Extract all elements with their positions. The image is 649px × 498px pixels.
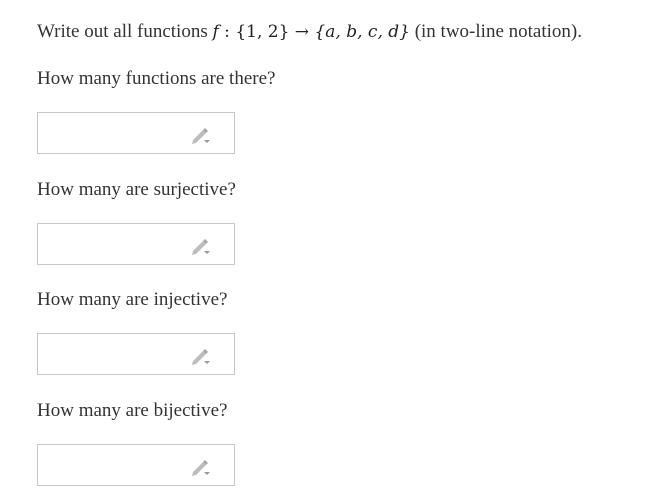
question-bijective-count: How many are bijective? bbox=[37, 400, 228, 421]
prompt-tail-text: (in two-line notation). bbox=[409, 21, 582, 42]
question-surjective-count: How many are surjective? bbox=[37, 179, 236, 200]
answer-field-bijective-count[interactable] bbox=[37, 444, 235, 486]
domain-set: {1, 2} bbox=[235, 22, 290, 42]
question-functions-count: How many functions are there? bbox=[37, 68, 276, 89]
pencil-icon[interactable] bbox=[190, 346, 212, 366]
question-injective-count: How many are injective? bbox=[37, 289, 228, 310]
pencil-icon[interactable] bbox=[190, 236, 212, 256]
codomain-set: {a, b, c, d} bbox=[314, 22, 410, 42]
arrow-symbol: → bbox=[289, 22, 315, 42]
pencil-icon[interactable] bbox=[190, 125, 212, 145]
question-page: Write out all functions f : {1, 2} → {a,… bbox=[0, 0, 649, 498]
answer-field-injective-count[interactable] bbox=[37, 333, 235, 375]
function-signature: f : {1, 2} → {a, b, c, d} bbox=[212, 22, 409, 42]
problem-statement: Write out all functions f : {1, 2} → {a,… bbox=[37, 19, 582, 45]
colon-symbol: : bbox=[218, 22, 236, 42]
answer-field-surjective-count[interactable] bbox=[37, 223, 235, 265]
answer-field-functions-count[interactable] bbox=[37, 112, 235, 154]
pencil-icon[interactable] bbox=[190, 457, 212, 477]
prompt-lead-text: Write out all functions bbox=[37, 21, 213, 42]
